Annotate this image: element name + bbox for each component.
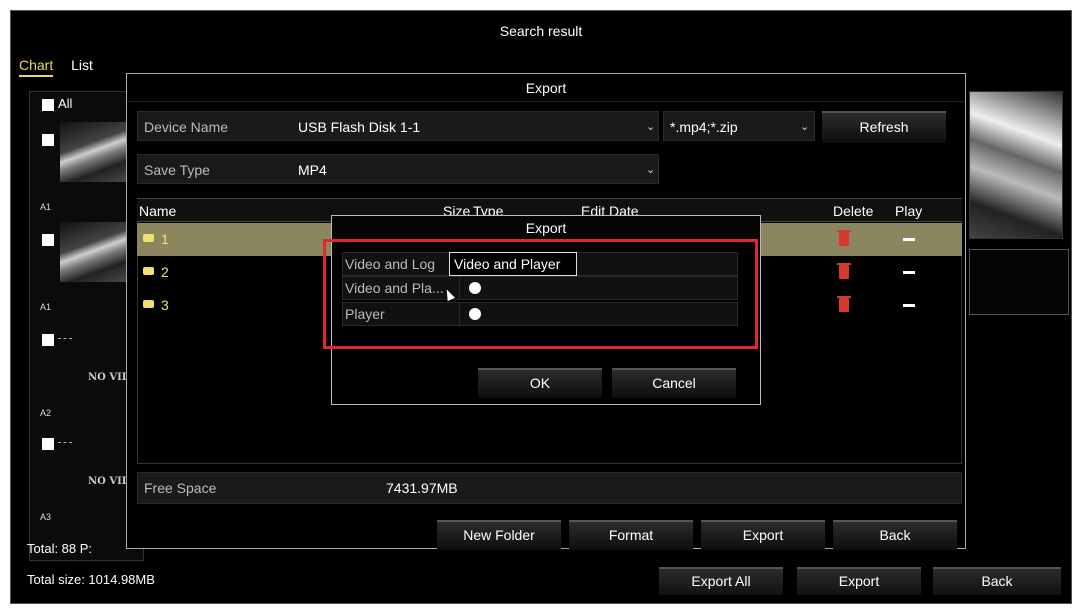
trash-icon[interactable] [837, 296, 851, 312]
device-name-value: USB Flash Disk 1-1 [298, 119, 421, 135]
total-size: Total size: 1014.98MB [27, 572, 155, 587]
export-button[interactable]: Export [797, 567, 921, 595]
save-type-value: MP4 [298, 162, 327, 178]
save-type-field[interactable]: Save Type MP4 ⌄ [137, 154, 659, 184]
trash-icon[interactable] [837, 230, 851, 246]
window-title: Search result [11, 11, 1071, 51]
folder-icon [143, 267, 154, 275]
chevron-down-icon: ⌄ [800, 121, 810, 133]
checkbox-icon[interactable] [42, 438, 54, 450]
folder-icon [143, 234, 154, 242]
camera-label: A3 [40, 512, 52, 522]
row-name: 3 [161, 297, 169, 313]
play-dash-icon[interactable] [903, 271, 915, 274]
file-filter-value: *.mp4;*.zip [670, 119, 738, 135]
preview-image [969, 91, 1063, 239]
folder-icon [143, 300, 154, 308]
dialog-export-button[interactable]: Export [701, 520, 825, 550]
view-tabs: Chart List [19, 57, 107, 77]
new-folder-button[interactable]: New Folder [437, 520, 561, 550]
refresh-button[interactable]: Refresh [822, 111, 946, 143]
column-name: Name [139, 203, 177, 219]
checkbox-icon[interactable] [42, 334, 54, 346]
export-all-button[interactable]: Export All [659, 567, 783, 595]
device-name-field[interactable]: Device Name USB Flash Disk 1-1 ⌄ [137, 111, 659, 141]
checkbox-icon[interactable] [42, 134, 54, 146]
column-delete: Delete [833, 203, 874, 219]
tab-list[interactable]: List [71, 57, 93, 75]
highlight-box [323, 239, 758, 349]
back-button[interactable]: Back [933, 567, 1061, 595]
ok-button[interactable]: OK [478, 368, 602, 398]
camera-label: A1 [40, 302, 52, 312]
no-video-text: NO VID [88, 476, 131, 487]
chevron-down-icon: ⌄ [646, 164, 656, 176]
row-name: 1 [161, 231, 169, 247]
free-space-label: Free Space [144, 480, 217, 496]
camera-label: A1 [40, 202, 52, 212]
export-dialog-title: Export [127, 74, 965, 102]
popup-title: Export [332, 216, 760, 240]
row-name: 2 [161, 264, 169, 280]
preview-info-box [969, 249, 1069, 315]
tab-chart[interactable]: Chart [19, 57, 54, 77]
empty-thumb-line [58, 442, 72, 443]
select-all-checkbox[interactable]: All [42, 96, 72, 111]
checkbox-icon [42, 98, 54, 111]
free-space-value: 7431.97MB [386, 480, 458, 496]
format-button[interactable]: Format [569, 520, 693, 550]
no-video-text: NO VID [88, 372, 131, 383]
free-space-field: Free Space 7431.97MB [137, 472, 962, 504]
cancel-button[interactable]: Cancel [612, 368, 736, 398]
select-all-label: All [58, 96, 73, 111]
chevron-down-icon: ⌄ [646, 121, 656, 133]
checkbox-icon[interactable] [42, 234, 54, 246]
save-type-label: Save Type [144, 162, 210, 178]
trash-icon[interactable] [837, 263, 851, 279]
device-name-label: Device Name [144, 119, 229, 135]
play-dash-icon[interactable] [903, 238, 915, 241]
dialog-back-button[interactable]: Back [833, 520, 957, 550]
column-play: Play [895, 203, 923, 219]
play-dash-icon[interactable] [903, 304, 915, 307]
empty-thumb-line [58, 338, 72, 339]
file-filter-select[interactable]: *.mp4;*.zip ⌄ [663, 111, 815, 141]
total-count: Total: 88 P: [27, 541, 93, 556]
camera-label: A2 [40, 408, 52, 418]
